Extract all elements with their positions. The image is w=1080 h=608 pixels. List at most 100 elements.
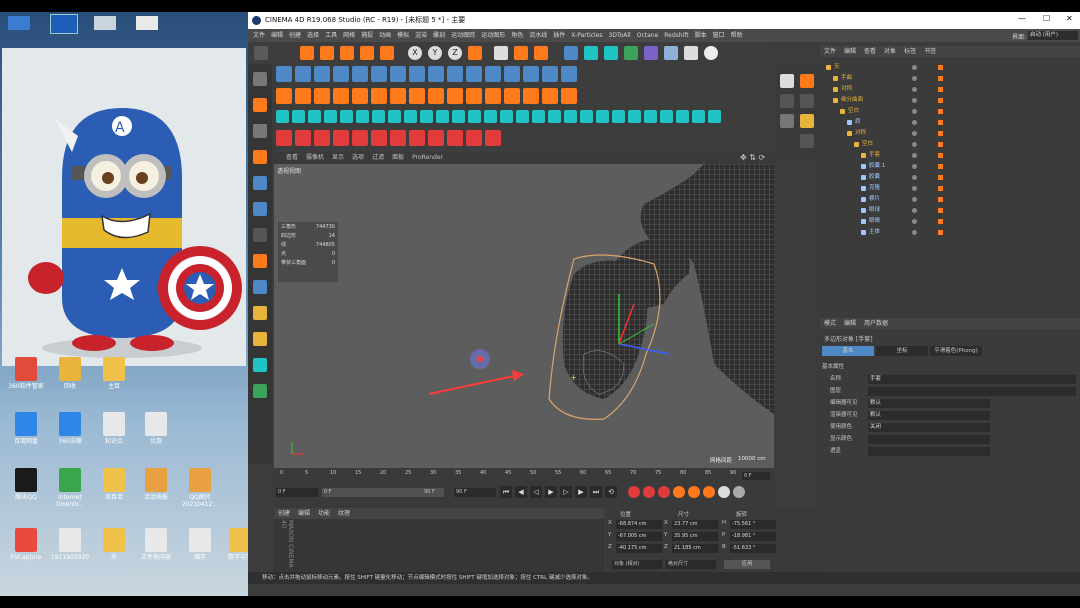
- apply-button[interactable]: 应用: [724, 560, 770, 569]
- light-icon[interactable]: [704, 46, 718, 60]
- plugin-tool-icon[interactable]: [352, 130, 368, 146]
- visibility-icon[interactable]: [912, 208, 917, 213]
- tag-icon[interactable]: [938, 197, 943, 202]
- structure-icon[interactable]: [780, 114, 794, 128]
- desktop-icon[interactable]: 储存: [180, 528, 220, 572]
- desktop-icon[interactable]: 项目单: [94, 468, 134, 512]
- menu-item[interactable]: 运动跟踪: [448, 29, 478, 42]
- visibility-icon[interactable]: [912, 153, 917, 158]
- attribute-field-value[interactable]: [868, 447, 990, 456]
- plugin-tool-icon[interactable]: [561, 66, 577, 82]
- plugin-tool-icon[interactable]: [436, 110, 449, 123]
- layer-icon[interactable]: [780, 94, 794, 108]
- object-row[interactable]: 眼睛: [820, 216, 1080, 227]
- plugin-tool-icon[interactable]: [390, 130, 406, 146]
- coord-rotation-field[interactable]: -18.981 °: [730, 532, 776, 541]
- tag-icon[interactable]: [938, 120, 943, 125]
- plugin-tool-icon[interactable]: [333, 130, 349, 146]
- viewport-menu-item[interactable]: 显示: [328, 152, 348, 164]
- desktop-icon[interactable]: 外: [94, 528, 134, 572]
- add-icon[interactable]: [380, 46, 394, 60]
- menu-item[interactable]: 模拟: [394, 29, 412, 42]
- plugin-tool-icon[interactable]: [447, 66, 463, 82]
- plugin-tool-icon[interactable]: [371, 66, 387, 82]
- plugin-tool-icon[interactable]: [564, 110, 577, 123]
- playback-icon[interactable]: ⟲: [605, 486, 617, 498]
- desktop-icon[interactable]: 知识点: [94, 412, 134, 456]
- tag-icon[interactable]: [938, 175, 943, 180]
- undo-icon[interactable]: [254, 46, 268, 60]
- plugin-tool-icon[interactable]: [580, 110, 593, 123]
- record-key-icon[interactable]: [688, 486, 700, 498]
- desktop-icon[interactable]: 主目: [94, 357, 134, 401]
- visibility-icon[interactable]: [912, 87, 917, 92]
- attribute-tab[interactable]: 编辑: [840, 320, 860, 327]
- close-button[interactable]: ✕: [1066, 14, 1073, 23]
- visibility-icon[interactable]: [912, 131, 917, 136]
- attribute-field-value[interactable]: [868, 435, 990, 444]
- tag-icon[interactable]: [938, 219, 943, 224]
- desktop-top-icon[interactable]: [50, 14, 78, 34]
- object-row[interactable]: 空白: [820, 106, 1080, 117]
- record-key-icon[interactable]: [718, 486, 730, 498]
- object-row[interactable]: 对称: [820, 84, 1080, 95]
- menu-item[interactable]: 编辑: [268, 29, 286, 42]
- timeline[interactable]: 0 5 10 15 20 25 30 35 40 45 50 55 60 65 70 75 80 85 90 0 F…: [274, 468, 774, 508]
- coord-size-field[interactable]: 35.95 cm: [672, 532, 718, 541]
- mode-tool-icon[interactable]: [253, 124, 267, 138]
- plugin-tool-icon[interactable]: [504, 66, 520, 82]
- plugin-tool-icon[interactable]: [295, 88, 311, 104]
- desktop-top-icon[interactable]: [8, 16, 30, 30]
- menu-item[interactable]: 工具: [322, 29, 340, 42]
- plugin-tool-icon[interactable]: [409, 88, 425, 104]
- plugin-tool-icon[interactable]: [276, 66, 292, 82]
- plugin-tool-icon[interactable]: [500, 110, 513, 123]
- record-key-icon[interactable]: [733, 486, 745, 498]
- move-icon[interactable]: [320, 46, 334, 60]
- visibility-icon[interactable]: [912, 65, 917, 70]
- plugin-tool-icon[interactable]: [292, 110, 305, 123]
- visibility-icon[interactable]: [912, 76, 917, 81]
- playback-icon[interactable]: ◀: [515, 486, 527, 498]
- plugin-tool-icon[interactable]: [428, 88, 444, 104]
- plugin-tool-icon[interactable]: [504, 88, 520, 104]
- object-row[interactable]: 横片: [820, 194, 1080, 205]
- coord-rotation-field[interactable]: -51.633 °: [730, 544, 776, 553]
- mode-tool-icon[interactable]: [253, 176, 267, 190]
- object-row[interactable]: 克隆: [820, 183, 1080, 194]
- visibility-icon[interactable]: [912, 219, 917, 224]
- max-frame-field[interactable]: 90 F: [454, 488, 496, 497]
- scale-icon[interactable]: [340, 46, 354, 60]
- plugin-tool-icon[interactable]: [644, 110, 657, 123]
- object-row[interactable]: 眼球: [820, 205, 1080, 216]
- y-axis-icon[interactable]: Y: [428, 46, 442, 60]
- object-row[interactable]: 手套: [820, 150, 1080, 161]
- render-settings-icon[interactable]: [534, 46, 548, 60]
- desktop-icon[interactable]: 数字与学: [220, 528, 248, 572]
- menu-item[interactable]: 窗口: [710, 29, 728, 42]
- plugin-tool-icon[interactable]: [295, 66, 311, 82]
- mode-tool-icon[interactable]: [253, 254, 267, 268]
- desktop-icon[interactable]: 360软件管家: [6, 357, 46, 401]
- record-key-icon[interactable]: [658, 486, 670, 498]
- layout-select[interactable]: 启动 (用户): [1028, 31, 1078, 40]
- record-key-icon[interactable]: [643, 486, 655, 498]
- plugin-tool-icon[interactable]: [371, 88, 387, 104]
- desktop-icon[interactable]: 回收: [50, 357, 90, 401]
- playback-icon[interactable]: ▶: [575, 486, 587, 498]
- x-axis-icon[interactable]: X: [408, 46, 422, 60]
- tag-icon[interactable]: [938, 87, 943, 92]
- coord-system-icon[interactable]: [468, 46, 482, 60]
- camera-icon[interactable]: [684, 46, 698, 60]
- end-frame-field[interactable]: 90 F: [424, 488, 435, 497]
- coord-mode-select[interactable]: 对象 (相对): [612, 560, 662, 569]
- plugin-tool-icon[interactable]: [447, 130, 463, 146]
- coord-position-field[interactable]: -40.175 cm: [616, 544, 662, 553]
- coord-position-field[interactable]: -67.005 cm: [616, 532, 662, 541]
- move-tool-icon[interactable]: [300, 46, 314, 60]
- mode-tool-icon[interactable]: [253, 280, 267, 294]
- desktop-icon[interactable]: FSCapture: [6, 528, 46, 572]
- desktop-icon[interactable]: 1911902020: [50, 528, 90, 572]
- playback-icon[interactable]: ▷: [560, 486, 572, 498]
- plugin-tool-icon[interactable]: [276, 88, 292, 104]
